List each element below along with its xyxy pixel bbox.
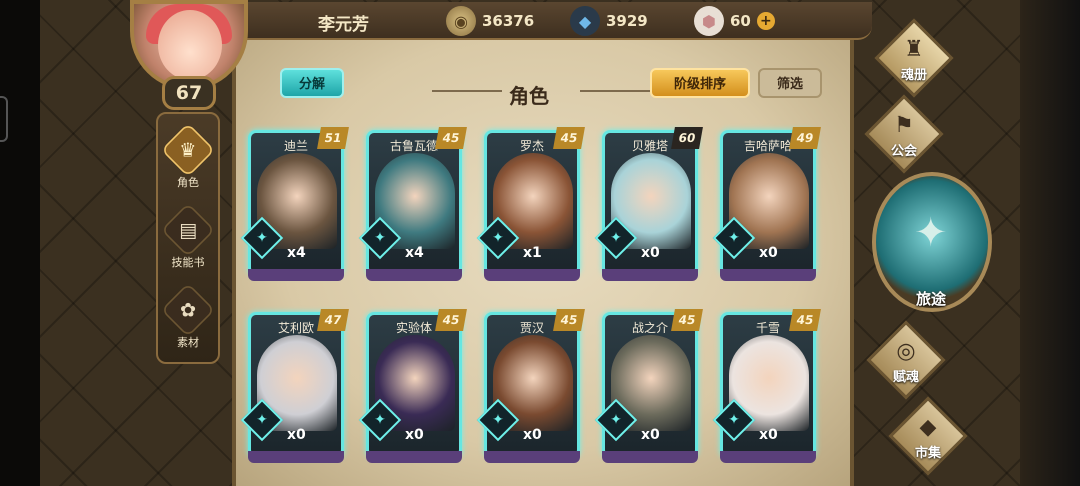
helmet-icon: ♛ — [160, 122, 216, 178]
character-level-badge: 45 — [435, 127, 467, 149]
decompose-button[interactable]: 分解 — [280, 68, 344, 98]
menu-soul-book[interactable]: ♜ 魂册 — [866, 18, 962, 98]
card-base — [366, 451, 462, 463]
crystal-counter: ⬢ 60 + — [694, 6, 775, 36]
menu-label: 魂册 — [900, 68, 927, 83]
character-card[interactable]: 贾汉 45 ✦ x0 — [476, 309, 585, 463]
card-base — [602, 451, 698, 463]
character-card[interactable]: 贝雅塔 60 ✦ x0 — [594, 127, 703, 281]
character-level-badge: 49 — [789, 127, 821, 149]
character-level-badge: 45 — [789, 309, 821, 331]
character-card[interactable]: 战之介 45 ✦ x0 — [594, 309, 703, 463]
card-base — [248, 451, 344, 463]
fragment-count: x0 — [641, 427, 660, 443]
avatar-face — [158, 10, 222, 80]
side-menu: ♛ 角色 ▤ 技能书 ✿ 素材 — [156, 112, 220, 364]
menu-label: 赋魂 — [892, 370, 919, 385]
left-edge — [0, 0, 40, 486]
title-ornament-left — [432, 90, 502, 92]
menu-soul-grant[interactable]: ◎ 赋魂 — [858, 320, 954, 400]
card-base — [248, 269, 344, 281]
fragment-count: x4 — [287, 245, 306, 261]
coin-counter: ◉ 36376 — [446, 6, 534, 36]
menu-journey[interactable]: ✦ 旅途 — [872, 172, 992, 312]
crystal-icon: ⬢ — [694, 6, 724, 36]
character-card[interactable]: 艾利欧 47 ✦ x0 — [240, 309, 349, 463]
menu-label: 旅途 — [916, 290, 947, 308]
fragment-count: x0 — [287, 427, 306, 443]
title-ornament-right — [580, 90, 650, 92]
journey-icon: ✦ — [914, 210, 948, 256]
menu-label: 市集 — [914, 446, 941, 461]
player-level: 67 — [162, 76, 216, 110]
character-card[interactable]: 吉哈萨哈 49 ✦ x0 — [712, 127, 821, 281]
spiral-icon: ◎ — [896, 339, 916, 364]
player-name: 李元芳 — [318, 15, 369, 35]
crystal-value: 60 — [730, 12, 751, 30]
gem-icon: ◆ — [570, 6, 600, 36]
market-icon: ◆ — [919, 415, 937, 440]
gem-value: 3929 — [606, 12, 648, 30]
card-base — [366, 269, 462, 281]
menu-label: 公会 — [890, 144, 917, 159]
coin-value: 36376 — [482, 12, 535, 30]
card-base — [720, 451, 816, 463]
fragment-count: x0 — [523, 427, 542, 443]
card-base — [602, 269, 698, 281]
fragment-count: x0 — [759, 427, 778, 443]
material-icon: ✿ — [160, 282, 216, 338]
character-level-badge: 60 — [671, 127, 703, 149]
character-card[interactable]: 罗杰 45 ✦ x1 — [476, 127, 585, 281]
character-level-badge: 45 — [435, 309, 467, 331]
back-handle[interactable] — [0, 96, 8, 142]
fragment-count: x0 — [641, 245, 660, 261]
right-edge — [1020, 0, 1080, 486]
character-card[interactable]: 千雪 45 ✦ x0 — [712, 309, 821, 463]
page-title: 角色 — [509, 84, 549, 108]
add-crystal-button[interactable]: + — [756, 12, 775, 30]
side-item-label: 角色 — [177, 176, 199, 189]
menu-market[interactable]: ◆ 市集 — [880, 396, 976, 476]
soul-book-icon: ♜ — [904, 37, 924, 62]
sort-by-rank-button[interactable]: 阶级排序 — [650, 68, 750, 98]
menu-guild[interactable]: ⚑ 公会 — [856, 94, 952, 174]
guild-icon: ⚑ — [894, 113, 914, 138]
side-item-materials[interactable]: ✿ 素材 — [158, 280, 218, 356]
fragment-count: x0 — [759, 245, 778, 261]
gem-counter: ◆ 3929 — [570, 6, 648, 36]
side-item-characters[interactable]: ♛ 角色 — [158, 120, 218, 196]
character-level-badge: 45 — [553, 309, 585, 331]
filter-button[interactable]: 筛选 — [758, 68, 822, 98]
side-item-label: 技能书 — [171, 256, 205, 269]
book-icon: ▤ — [160, 202, 216, 258]
character-card[interactable]: 迪兰 51 ✦ x4 — [240, 127, 349, 281]
fragment-count: x0 — [405, 427, 424, 443]
card-base — [484, 269, 580, 281]
character-level-badge: 51 — [317, 127, 349, 149]
side-item-skillbooks[interactable]: ▤ 技能书 — [158, 200, 218, 276]
card-base — [720, 269, 816, 281]
character-level-badge: 45 — [671, 309, 703, 331]
fragment-count: x4 — [405, 245, 424, 261]
side-item-label: 素材 — [177, 336, 199, 349]
fragment-count: x1 — [523, 245, 542, 261]
card-base — [484, 451, 580, 463]
character-card[interactable]: 实验体 45 ✦ x0 — [358, 309, 467, 463]
coin-icon: ◉ — [446, 6, 476, 36]
character-level-badge: 45 — [553, 127, 585, 149]
character-card[interactable]: 古鲁瓦德 45 ✦ x4 — [358, 127, 467, 281]
character-level-badge: 47 — [317, 309, 349, 331]
